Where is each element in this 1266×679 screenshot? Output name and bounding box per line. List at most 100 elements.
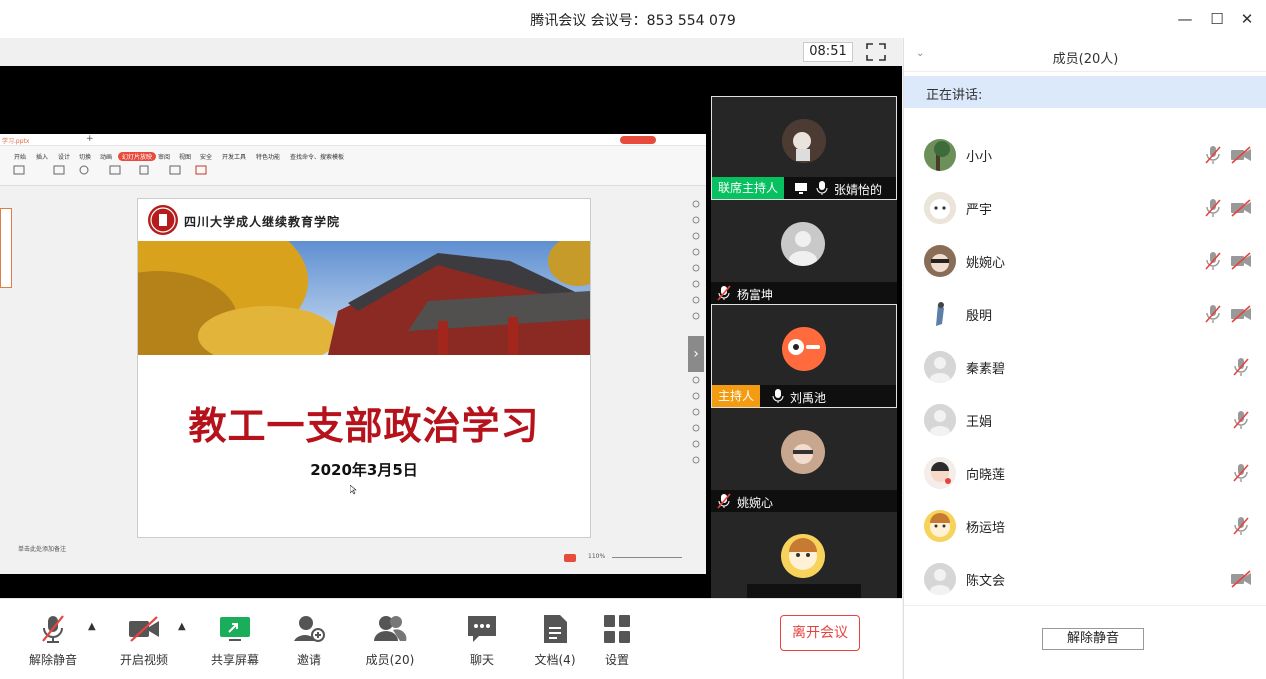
document-icon	[544, 615, 567, 643]
video-tile[interactable]	[711, 512, 897, 598]
video-button[interactable]: 开启视频	[109, 607, 179, 673]
ppt-titlebar: 学习.pptx +	[0, 134, 706, 146]
avatar-figure-icon	[924, 298, 956, 330]
member-name: 秦素碧	[966, 362, 1006, 377]
ppt-tab-active[interactable]: 幻灯片放映	[118, 152, 157, 161]
ppt-tab[interactable]: 插入	[36, 152, 48, 161]
share-screen-icon	[220, 617, 250, 641]
ppt-search[interactable]: 查找命令、搜索模板	[290, 152, 344, 161]
ppt-zoom-slider[interactable]	[612, 557, 682, 558]
members-panel-title: 成员(20人)	[1052, 52, 1119, 67]
ppt-statusbar: 单击此处添加备注 110%	[0, 546, 706, 574]
members-label: 成员(20)	[365, 653, 415, 667]
video-tile[interactable]: 杨富坤	[711, 200, 897, 304]
ppt-new-tab-icon[interactable]: +	[86, 134, 94, 144]
invite-button[interactable]: 邀请	[274, 607, 344, 673]
mic-muted-icon[interactable]	[1232, 463, 1250, 483]
meeting-timer: 08:51	[803, 42, 853, 62]
chevron-up-icon[interactable]: ▲	[88, 621, 96, 632]
ppt-slide-thumbnail[interactable]	[0, 208, 12, 288]
tile-name: 刘禹池	[790, 391, 827, 405]
ppt-notes-hint[interactable]: 单击此处添加备注	[18, 544, 66, 553]
ppt-tab[interactable]: 安全	[200, 152, 212, 161]
close-button[interactable]: ✕	[1236, 8, 1258, 30]
member-row[interactable]: 小小	[904, 129, 1266, 182]
ppt-ribbon-icons	[13, 165, 207, 175]
mic-muted-icon[interactable]	[1204, 198, 1222, 218]
member-row[interactable]: 殷明	[904, 288, 1266, 341]
member-row[interactable]: 秦素碧	[904, 341, 1266, 394]
member-row[interactable]: 杨运培	[904, 500, 1266, 553]
member-row[interactable]: 王娟	[904, 394, 1266, 447]
ppt-tab[interactable]: 开始	[14, 152, 26, 161]
camera-off-icon[interactable]	[1230, 305, 1252, 323]
add-user-icon	[294, 616, 325, 642]
slide-date: 2020年3月5日	[310, 461, 418, 479]
camera-off-icon[interactable]	[1230, 199, 1252, 217]
mic-muted-icon[interactable]	[1204, 304, 1222, 324]
chat-button[interactable]: 聊天	[447, 607, 517, 673]
member-row[interactable]: 严宇	[904, 182, 1266, 235]
avatar	[924, 351, 956, 383]
mic-muted-icon[interactable]	[1232, 410, 1250, 430]
mic-muted-icon[interactable]	[1204, 145, 1222, 165]
share-screen-button[interactable]: 共享屏幕	[200, 607, 270, 673]
members-icon	[374, 616, 407, 641]
ppt-tab[interactable]: 审阅	[158, 152, 170, 161]
invite-label: 邀请	[296, 653, 321, 667]
avatar	[924, 139, 956, 171]
university-logo	[148, 205, 178, 235]
ppt-ribbon: 学习.pptx + 开始 插入 设计 切换 动画 幻灯片放映 审阅 视图 安全 …	[0, 134, 706, 186]
avatar	[924, 404, 956, 436]
leave-meeting-button[interactable]: 离开会议	[780, 615, 860, 651]
ppt-tab[interactable]: 视图	[179, 152, 191, 161]
member-name: 姚婉心	[966, 256, 1006, 271]
tile-namebar: 杨富坤	[711, 282, 897, 304]
avatar	[924, 457, 956, 489]
ppt-login-badge[interactable]	[620, 136, 656, 144]
avatar-cartoon-icon	[782, 327, 826, 371]
ppt-tab[interactable]: 切换	[79, 152, 91, 161]
window-title: 腾讯会议 会议号：853 554 079	[530, 13, 736, 29]
ppt-play-icon[interactable]	[564, 554, 576, 562]
video-tile[interactable]: 姚婉心	[711, 408, 897, 512]
avatar	[781, 430, 825, 474]
camera-off-icon[interactable]	[1230, 146, 1252, 164]
video-tile[interactable]: 联席主持人 张婧怡的屏...	[711, 96, 897, 214]
ppt-tab[interactable]: 动画	[100, 152, 112, 161]
default-avatar-icon	[781, 222, 825, 266]
slide-header: 四川大学成人继续教育学院	[148, 205, 448, 235]
settings-button[interactable]: 设置	[582, 607, 652, 673]
mic-muted-icon[interactable]	[1232, 516, 1250, 536]
mic-muted-icon[interactable]	[1232, 357, 1250, 377]
avatar	[782, 327, 826, 371]
screen-share-icon	[795, 183, 807, 194]
members-button[interactable]: 成员(20)	[355, 607, 425, 673]
camera-off-icon[interactable]	[1230, 252, 1252, 270]
member-row[interactable]: 向晓莲	[904, 447, 1266, 500]
meeting-stage: 08:51 学习.pptx + 开始 插入 设计 切换 动画 幻灯片放映 审阅 …	[0, 38, 902, 598]
avatar	[924, 298, 956, 330]
fullscreen-icon[interactable]	[866, 43, 886, 61]
unmute-all-button[interactable]: 解除静音	[1042, 628, 1144, 650]
ppt-tab[interactable]: 特色功能	[256, 152, 280, 161]
ppt-expand-arrow[interactable]: ›	[688, 336, 704, 372]
member-name: 小小	[966, 150, 993, 165]
camera-off-icon[interactable]	[1230, 570, 1252, 588]
video-tile[interactable]: 主持人 刘禹池	[711, 304, 897, 408]
member-row[interactable]: 姚婉心	[904, 235, 1266, 288]
member-name: 王娟	[966, 415, 993, 430]
member-name: 杨运培	[966, 521, 1006, 536]
chevron-up-icon[interactable]: ▲	[178, 621, 186, 632]
mic-muted-icon[interactable]	[1204, 251, 1222, 271]
tile-namebar: 主持人 刘禹池	[712, 385, 896, 407]
ppt-tab[interactable]: 开发工具	[222, 152, 246, 161]
ppt-tab[interactable]: 设计	[58, 152, 70, 161]
maximize-button[interactable]: ☐	[1206, 8, 1228, 30]
tile-namebar: 姚婉心	[711, 490, 897, 512]
unmute-button[interactable]: 解除静音	[18, 607, 88, 673]
member-row[interactable]: 陈文会	[904, 553, 1266, 606]
docs-button[interactable]: 文档(4)	[520, 607, 590, 673]
mic-muted-icon	[717, 285, 731, 301]
minimize-button[interactable]: —	[1174, 8, 1196, 30]
